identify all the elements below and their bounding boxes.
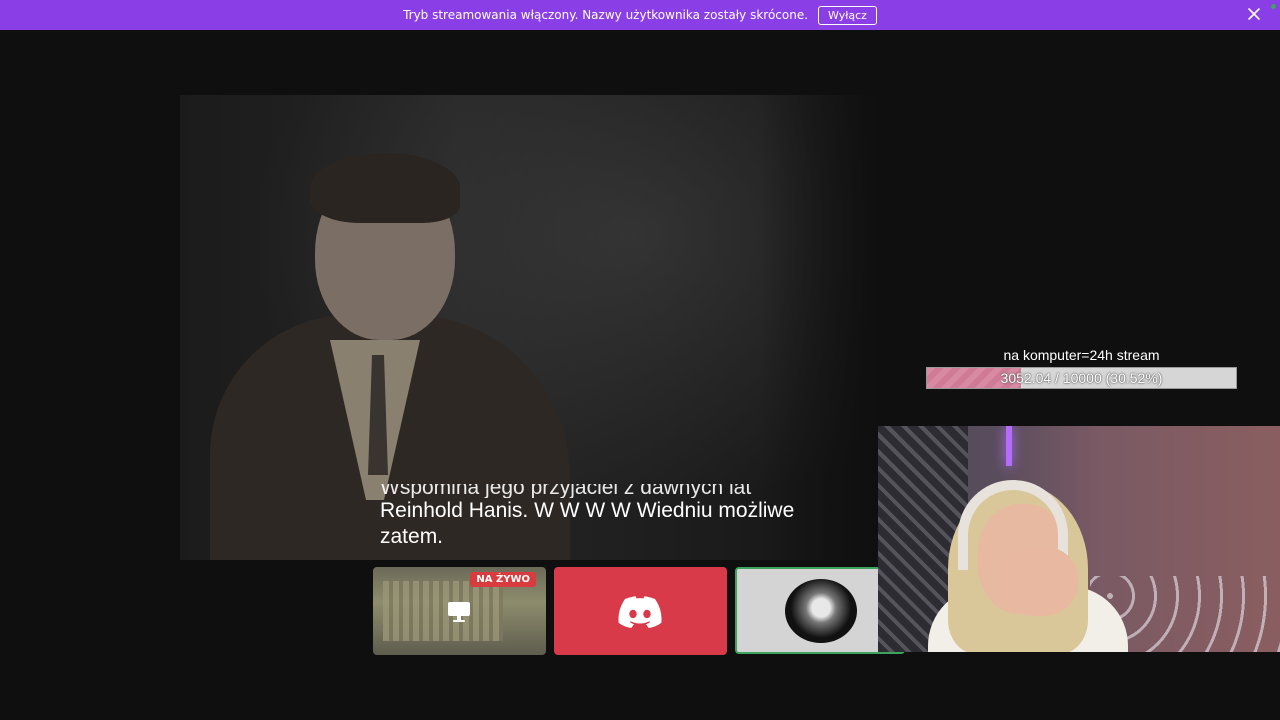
screen-share-icon bbox=[448, 602, 470, 622]
subtitle-cut-line: Wspomina jego przyjaciel z dawnych lat bbox=[380, 484, 752, 498]
donation-goal-title: na komputer=24h stream bbox=[1003, 347, 1160, 363]
avatar bbox=[785, 579, 857, 643]
webcam-person-hand bbox=[998, 546, 1078, 616]
video-subtitles: Wspomina jego przyjaciel z dawnych lat R… bbox=[380, 484, 850, 550]
discord-tile[interactable] bbox=[554, 567, 727, 655]
tile-thumbnail bbox=[383, 581, 503, 641]
subtitle-line-1: Reinhold Hanis. W W W W Wiedniu możliwe bbox=[380, 499, 795, 522]
live-badge: NA ŻYWO bbox=[470, 572, 536, 587]
disable-streamer-mode-button[interactable]: Wyłącz bbox=[818, 5, 877, 25]
status-dot bbox=[1271, 4, 1276, 9]
banner-message: Tryb streamowania włączony. Nazwy użytko… bbox=[403, 8, 809, 22]
video-figure-hair bbox=[310, 153, 460, 223]
discord-icon bbox=[618, 596, 662, 628]
donation-goal-bar: 3052.04 / 10000 (30.52%) bbox=[926, 367, 1237, 389]
subtitle-line-2: zatem. bbox=[380, 525, 444, 548]
webcam-light bbox=[1006, 426, 1012, 466]
live-stream-tile[interactable]: NA ŻYWO bbox=[373, 567, 546, 655]
webcam-overlay bbox=[878, 426, 1280, 652]
close-icon[interactable] bbox=[1246, 6, 1262, 22]
streamer-mode-banner: Tryb streamowania włączony. Nazwy użytko… bbox=[0, 0, 1280, 30]
donation-goal-text: 3052.04 / 10000 (30.52%) bbox=[1000, 370, 1163, 386]
